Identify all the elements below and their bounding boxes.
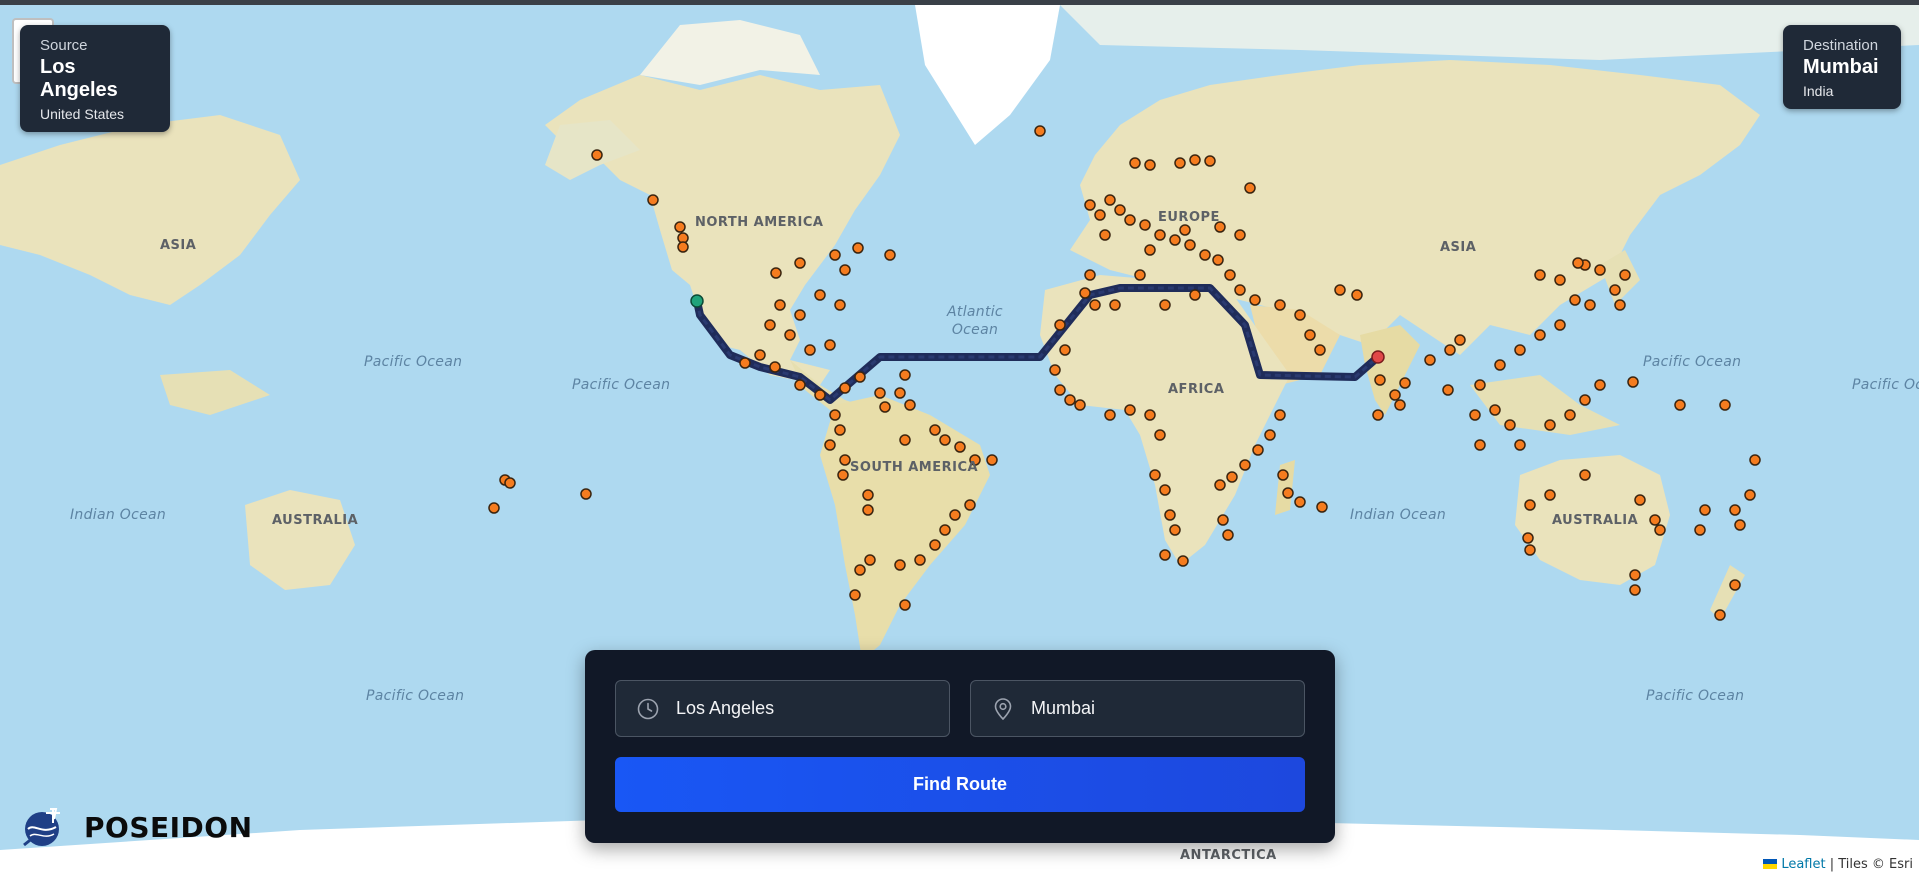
label-pacific-ocean-3: Pacific Ocean xyxy=(1643,354,1742,370)
label-europe: EUROPE xyxy=(1158,210,1220,225)
route-search-panel: Find Route xyxy=(585,650,1335,843)
source-city: Los Angeles xyxy=(40,56,118,101)
label-atlantic-ocean: Atlantic Ocean xyxy=(947,304,1003,338)
source-input[interactable] xyxy=(676,698,949,719)
destination-marker xyxy=(1371,350,1385,364)
destination-input[interactable] xyxy=(1031,698,1304,719)
label-pacific-ocean-1: Pacific Ocean xyxy=(364,354,463,370)
clock-icon xyxy=(637,698,659,720)
tiles-credit: Tiles © Esri xyxy=(1838,856,1913,872)
source-card: Source Los Angeles United States xyxy=(20,25,170,132)
label-pacific-ocean-5: Pacific Ocean xyxy=(366,688,465,704)
label-australia-left: AUSTRALIA xyxy=(272,513,359,528)
label-indian-ocean-1: Indian Ocean xyxy=(70,507,167,523)
label-pacific-ocean-2: Pacific Ocean xyxy=(572,377,671,393)
brand: POSEIDON xyxy=(20,805,253,849)
source-heading: Source xyxy=(40,37,88,54)
top-bar xyxy=(0,0,1919,5)
destination-heading: Destination xyxy=(1803,37,1879,54)
map-attribution: Leaflet | Tiles © Esri xyxy=(1757,853,1919,873)
brand-name: POSEIDON xyxy=(84,810,253,844)
label-australia: AUSTRALIA xyxy=(1552,513,1639,528)
label-pacific-ocean-4: Pacific Ocean xyxy=(1852,377,1919,393)
label-africa: AFRICA xyxy=(1168,382,1225,397)
poseidon-logo-icon xyxy=(23,808,60,847)
source-field[interactable] xyxy=(615,680,950,737)
label-indian-ocean-2: Indian Ocean xyxy=(1350,507,1447,523)
label-pacific-ocean-6: Pacific Ocean xyxy=(1646,688,1745,704)
destination-city: Mumbai xyxy=(1803,56,1879,78)
destination-country: India xyxy=(1803,83,1834,99)
label-antarctica: ANTARCTICA xyxy=(1180,848,1277,863)
label-asia-left: ASIA xyxy=(160,238,197,253)
map-pin-icon xyxy=(994,698,1012,721)
destination-field[interactable] xyxy=(970,680,1305,737)
label-north-america: NORTH AMERICA xyxy=(695,215,824,230)
find-route-button[interactable]: Find Route xyxy=(615,757,1305,812)
destination-card: Destination Mumbai India xyxy=(1783,25,1901,109)
ukraine-flag-icon xyxy=(1763,859,1778,869)
route-inputs xyxy=(615,680,1305,737)
leaflet-link[interactable]: Leaflet xyxy=(1781,857,1825,872)
source-marker xyxy=(690,294,704,308)
source-country: United States xyxy=(40,106,125,122)
label-asia: ASIA xyxy=(1440,240,1477,255)
attribution-separator: | xyxy=(1825,856,1839,872)
label-south-america: SOUTH AMERICA xyxy=(850,460,979,475)
